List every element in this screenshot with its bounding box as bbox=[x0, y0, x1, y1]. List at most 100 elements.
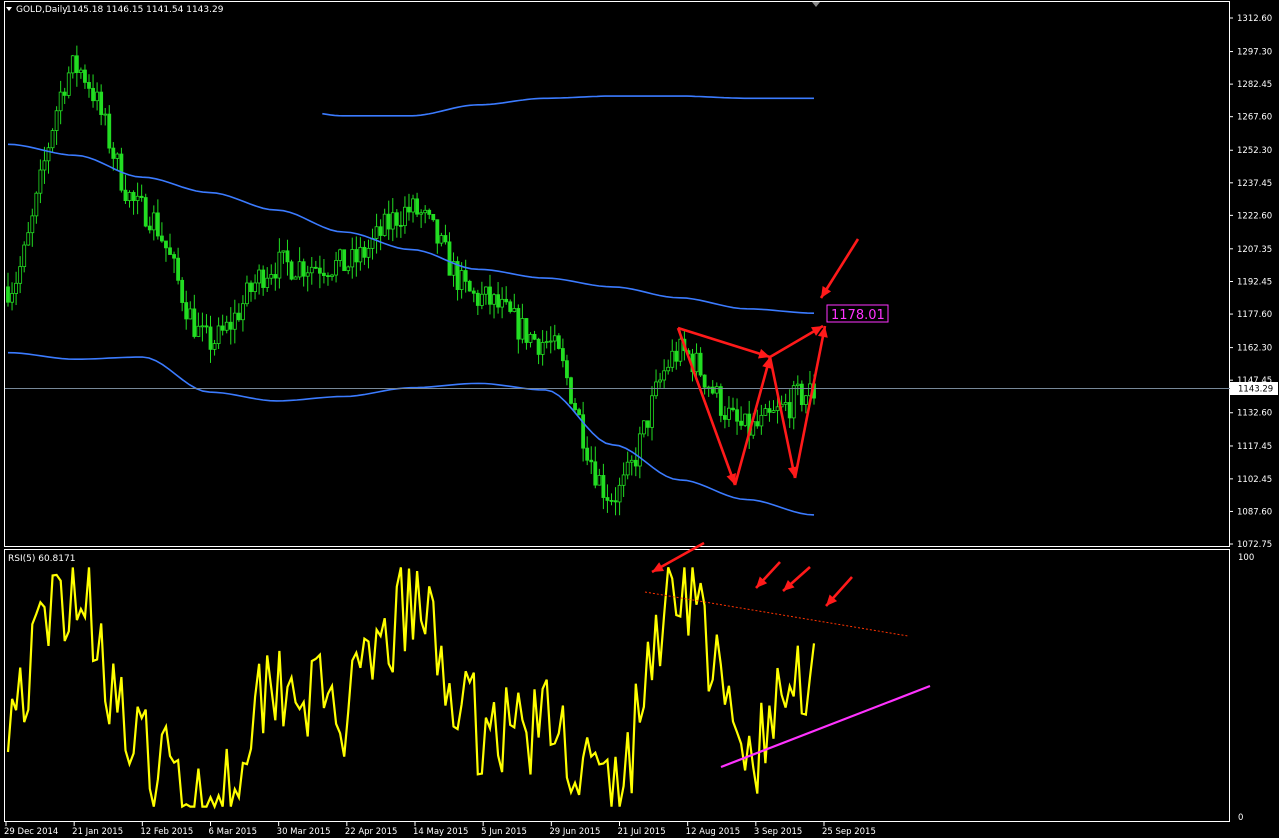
price-tick-label: 1312.60 bbox=[1237, 14, 1272, 24]
candle-body bbox=[496, 294, 500, 308]
candle-body bbox=[160, 235, 164, 242]
candle-body bbox=[560, 348, 565, 362]
candle-body bbox=[245, 282, 249, 305]
price-tick-label: 1282.45 bbox=[1237, 80, 1272, 90]
candle-body bbox=[415, 198, 419, 215]
envelope-line[interactable] bbox=[7, 351, 815, 516]
candle-body bbox=[168, 247, 172, 255]
candle-body bbox=[609, 500, 614, 502]
target-price-label: 1178.01 bbox=[831, 308, 885, 323]
rsi-line[interactable] bbox=[6, 567, 816, 810]
pattern-leg-xb[interactable] bbox=[677, 326, 771, 359]
candle-body bbox=[131, 192, 136, 201]
candle-body bbox=[706, 386, 711, 389]
price-tick-label: 1252.30 bbox=[1237, 146, 1272, 156]
candle-body bbox=[577, 409, 581, 416]
time-tick-label: 25 Sep 2015 bbox=[822, 827, 876, 837]
candle-body bbox=[164, 240, 168, 249]
candle-body bbox=[66, 72, 71, 96]
shift-marker-icon[interactable] bbox=[812, 2, 820, 7]
candle-body bbox=[285, 250, 290, 263]
candle-body bbox=[147, 225, 152, 231]
candle-body bbox=[99, 91, 104, 115]
candle-body bbox=[10, 293, 14, 303]
current-price-label: 1143.29 bbox=[1238, 385, 1273, 395]
candle-body bbox=[273, 274, 278, 279]
candle-body bbox=[767, 408, 772, 413]
candle-body bbox=[200, 325, 205, 328]
candle-body bbox=[556, 335, 561, 349]
collapse-triangle-icon[interactable] bbox=[6, 7, 12, 11]
time-tick-label: 14 May 2015 bbox=[413, 827, 468, 837]
candle-body bbox=[674, 350, 679, 362]
candle-body bbox=[14, 282, 19, 294]
candle-body bbox=[524, 318, 529, 343]
pattern-leg-cd[interactable] bbox=[793, 325, 827, 479]
candle-body bbox=[241, 303, 245, 321]
envelope-line[interactable] bbox=[322, 95, 814, 117]
candle-body bbox=[601, 475, 606, 498]
candle-body bbox=[115, 153, 120, 159]
candle-body bbox=[184, 302, 189, 320]
candle-body bbox=[95, 91, 100, 102]
candle-body bbox=[111, 147, 116, 159]
candle-body bbox=[188, 308, 193, 320]
candle-body bbox=[362, 246, 367, 258]
candle-body bbox=[698, 352, 703, 376]
candle-body bbox=[257, 269, 262, 284]
candle-body bbox=[50, 130, 55, 149]
candle-body bbox=[204, 325, 209, 328]
candle-body bbox=[390, 212, 395, 230]
candle-body bbox=[799, 383, 804, 406]
candle-body bbox=[253, 282, 257, 293]
candle-body bbox=[277, 251, 282, 279]
candle-body bbox=[172, 254, 176, 259]
candle-body bbox=[427, 209, 432, 215]
candle-body bbox=[354, 249, 359, 263]
time-axis: 29 Dec 2014 21 Jan 2015 12 Feb 2015 6 Mar 2… bbox=[4, 822, 876, 837]
price-tick-label: 1177.60 bbox=[1237, 310, 1272, 320]
candle-body bbox=[326, 275, 330, 278]
price-tick-label: 1237.45 bbox=[1237, 179, 1272, 189]
rsi-support-trendline[interactable] bbox=[720, 684, 931, 769]
candle-body bbox=[763, 408, 768, 416]
candle-body bbox=[565, 360, 569, 379]
candle-body bbox=[83, 69, 87, 83]
time-tick-label: 30 Mar 2015 bbox=[277, 827, 331, 837]
candle-body bbox=[795, 383, 800, 387]
candle-body bbox=[91, 87, 95, 102]
candle-body bbox=[342, 249, 347, 272]
candle-body bbox=[463, 270, 468, 282]
rsi-resistance-trendline[interactable] bbox=[644, 591, 909, 637]
candle-body bbox=[617, 484, 622, 503]
candle-body bbox=[702, 374, 707, 388]
candle-body bbox=[471, 290, 476, 294]
pattern-leg-xa[interactable] bbox=[676, 327, 737, 486]
candle-body bbox=[694, 352, 699, 373]
candle-body bbox=[70, 55, 75, 74]
candle-body bbox=[58, 91, 63, 112]
candle-body bbox=[589, 459, 594, 463]
rsi-axis: 100 0 bbox=[1238, 553, 1254, 823]
candle-body bbox=[791, 385, 796, 419]
price-tick-label: 1102.45 bbox=[1237, 475, 1272, 485]
candle-body bbox=[552, 335, 557, 342]
candle-body bbox=[216, 325, 221, 344]
candle-body bbox=[378, 226, 383, 236]
candle-body bbox=[423, 209, 428, 214]
candle-body bbox=[127, 192, 132, 201]
candle-body bbox=[787, 402, 792, 419]
candle-body bbox=[532, 333, 537, 340]
candle-body bbox=[297, 261, 302, 278]
candle-body bbox=[597, 475, 602, 486]
candle-body bbox=[625, 461, 630, 476]
candle-body bbox=[759, 414, 764, 427]
candle-body bbox=[281, 250, 286, 253]
candle-body bbox=[459, 270, 464, 290]
time-tick-label: 5 Jun 2015 bbox=[481, 827, 527, 837]
candle-body bbox=[662, 370, 667, 381]
price-tick-label: 1192.45 bbox=[1237, 277, 1272, 287]
envelope-line[interactable] bbox=[7, 143, 815, 314]
candle-body bbox=[714, 386, 719, 394]
candle-body bbox=[139, 195, 144, 198]
